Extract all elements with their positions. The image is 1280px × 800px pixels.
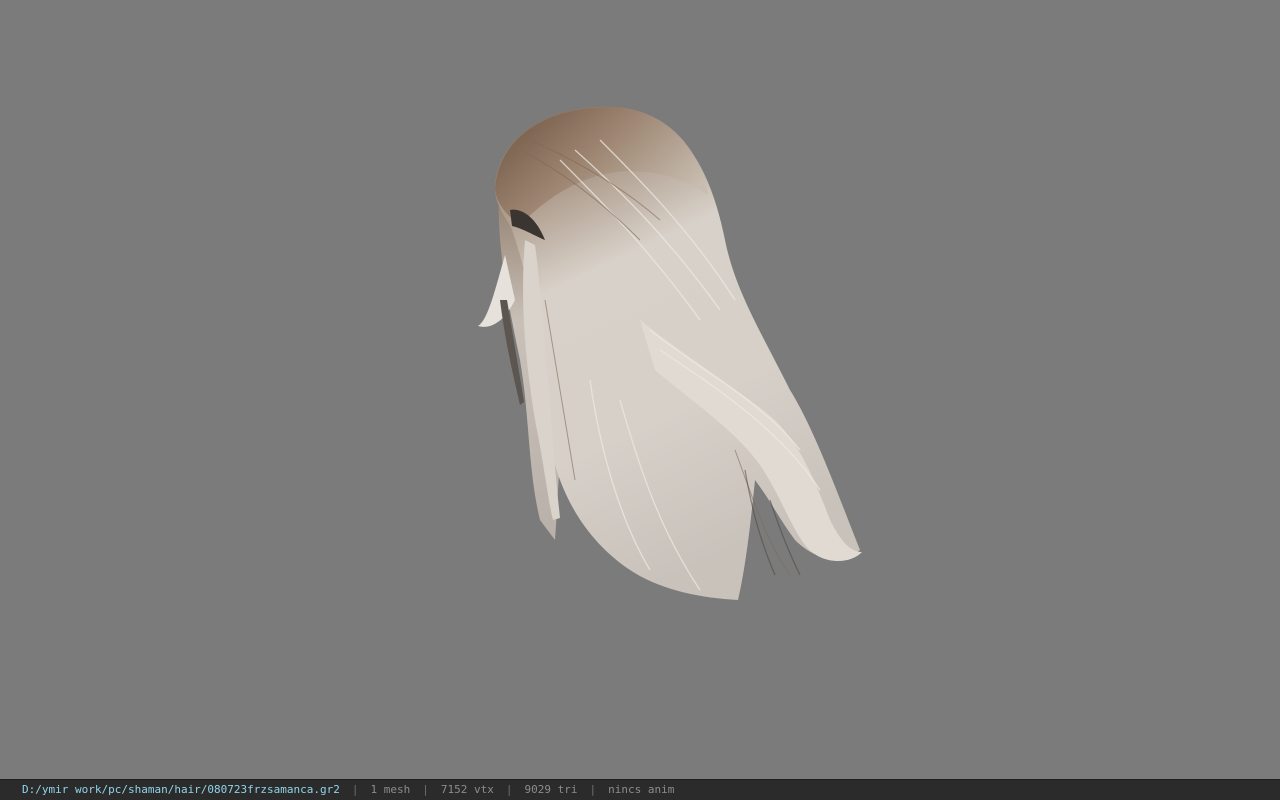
separator: |: [422, 783, 429, 796]
separator: |: [351, 783, 359, 796]
file-path-label: D:/ymir work/pc/shaman/hair/080723frzsam…: [22, 783, 340, 796]
triangle-count-label: 9029 tri: [524, 783, 578, 796]
3d-viewport[interactable]: [0, 0, 1280, 779]
separator: |: [589, 783, 597, 796]
mesh-count-label: 1 mesh: [370, 783, 411, 796]
vertex-count-label: 7152 vtx: [440, 783, 494, 796]
animation-status-label: nincs anim: [608, 783, 675, 796]
hair-model-render: [478, 106, 862, 600]
status-bar: D:/ymir work/pc/shaman/hair/080723frzsam…: [0, 779, 1280, 800]
separator: |: [505, 783, 513, 796]
